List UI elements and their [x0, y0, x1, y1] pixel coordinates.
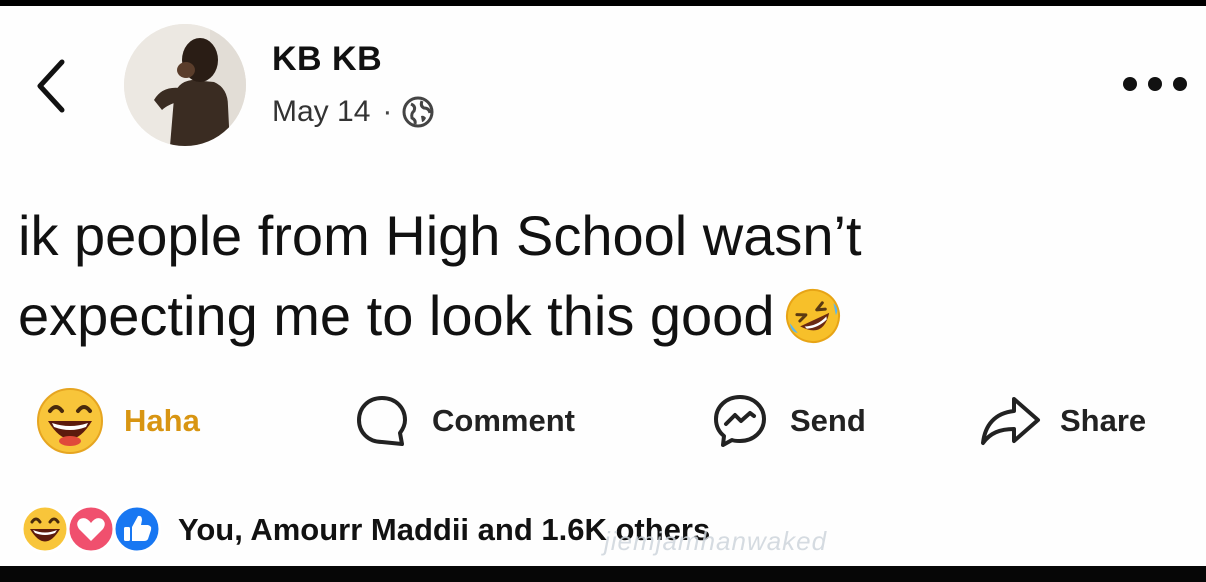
- comment-label: Comment: [432, 403, 575, 438]
- like-icon: [112, 504, 162, 554]
- post-text-line-1: ik people from High School wasn’t: [18, 204, 862, 267]
- post-card: KB KB May 14 · ik people from High Schoo…: [0, 6, 1206, 572]
- post-text: ik people from High School wasn’t expect…: [18, 196, 1198, 356]
- share-arrow-icon: [981, 397, 1040, 445]
- post-date[interactable]: May 14: [272, 95, 370, 129]
- author-name[interactable]: KB KB: [272, 40, 382, 79]
- messenger-icon: [714, 395, 766, 447]
- comment-button[interactable]: Comment: [354, 386, 575, 456]
- haha-reaction-button[interactable]: Haha: [36, 386, 200, 456]
- bottom-border: [0, 566, 1206, 582]
- share-label: Share: [1060, 403, 1147, 438]
- back-arrow-icon[interactable]: [32, 56, 72, 116]
- send-button[interactable]: Send: [712, 386, 866, 456]
- reaction-icons: [18, 504, 164, 556]
- post-meta: May 14 ·: [272, 92, 434, 132]
- love-icon: [66, 504, 116, 554]
- more-options-icon[interactable]: [1120, 72, 1190, 96]
- globe-icon: [402, 96, 434, 128]
- meta-separator: ·: [382, 95, 393, 128]
- haha-label: Haha: [124, 403, 200, 438]
- send-label: Send: [790, 403, 866, 438]
- rolling-on-floor-laughing-icon: [786, 289, 841, 343]
- haha-icon: [37, 388, 103, 454]
- haha-icon: [20, 504, 70, 554]
- avatar[interactable]: [124, 24, 246, 146]
- watermark: jiemjamhanwaked: [604, 526, 828, 556]
- share-button[interactable]: Share: [978, 386, 1146, 456]
- comment-icon: [357, 396, 407, 446]
- post-text-line-2-text: expecting me to look this good: [18, 284, 775, 347]
- post-text-line-2: expecting me to look this good: [18, 276, 1198, 356]
